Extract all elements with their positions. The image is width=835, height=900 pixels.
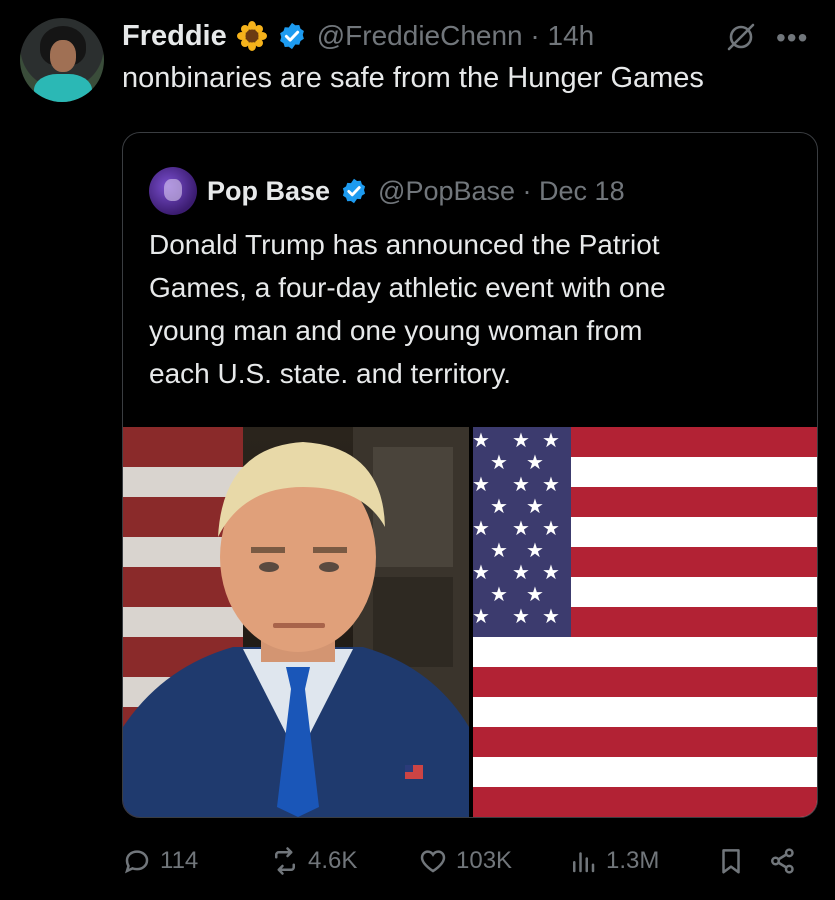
repost-icon <box>275 847 295 875</box>
tweet-actions: 114 4.6K 103K 1.3M <box>122 842 816 886</box>
avatar-face <box>50 40 76 72</box>
flag-star: ★ <box>490 538 508 562</box>
views-button[interactable]: 1.3M <box>568 846 659 876</box>
quoted-text-line: Games, a four-day athletic event with on… <box>149 272 666 303</box>
flag-star: ★ <box>526 538 544 562</box>
flag-star: ★ <box>542 516 560 540</box>
like-count: 103K <box>456 847 513 874</box>
flag-star: ★ <box>526 582 544 606</box>
quoted-tweet[interactable]: Pop Base @PopBase · Dec 18 Donald Trump … <box>122 132 818 818</box>
flag-star: ★ <box>473 428 490 452</box>
flag-star: ★ <box>473 516 490 540</box>
verified-badge-icon <box>279 22 304 50</box>
quoted-author-handle-time[interactable]: @PopBase · Dec 18 <box>378 176 625 207</box>
flag-star: ★ <box>473 604 490 628</box>
views-count: 1.3M <box>606 847 660 874</box>
quoted-text-line: Donald Trump has announced the Patriot <box>149 229 660 260</box>
portrait-illustration <box>123 427 469 817</box>
flag-star: ★ <box>526 494 544 518</box>
flag-star: ★ <box>490 582 508 606</box>
author-name[interactable]: Freddie <box>122 20 227 53</box>
quoted-text-line: young man and one young woman from <box>149 315 643 346</box>
flag-star: ★ <box>512 472 530 496</box>
reply-icon <box>124 850 149 874</box>
flag-star: ★ <box>542 560 560 584</box>
flag-stripe <box>473 757 817 788</box>
more-icon[interactable]: ••• <box>776 22 808 54</box>
like-button[interactable]: 103K <box>418 846 512 876</box>
quoted-text-line: each U.S. state. and territory. <box>149 358 512 389</box>
flag-stripe <box>473 787 817 817</box>
quoted-tweet-header: Pop Base @PopBase · Dec 18 <box>149 167 625 215</box>
views-icon <box>573 852 595 873</box>
like-icon <box>420 850 446 873</box>
bookmark-button[interactable] <box>716 846 746 876</box>
share-button[interactable] <box>768 846 798 876</box>
quoted-author-avatar[interactable] <box>149 167 197 215</box>
flag-stripe <box>473 637 817 668</box>
avatar-body <box>34 74 92 102</box>
quoted-tweet-text: Donald Trump has announced the Patriot G… <box>149 223 799 395</box>
flag-star: ★ <box>473 472 490 496</box>
flag-star: ★ <box>542 428 560 452</box>
flag-star: ★ <box>526 450 544 474</box>
flag-star: ★ <box>473 560 490 584</box>
share-icon <box>771 848 794 874</box>
reply-button[interactable]: 114 <box>122 846 198 876</box>
reply-count: 114 <box>160 847 199 874</box>
flag-star: ★ <box>490 450 508 474</box>
flag-star: ★ <box>542 604 560 628</box>
american-flag-illustration: ★ ★ ★★ ★★ ★ ★★ ★★ ★ ★★ ★★ ★ ★★ ★★ ★ ★ <box>473 427 817 817</box>
flag-star: ★ <box>512 604 530 628</box>
grok-icon[interactable] <box>724 20 758 54</box>
author-avatar[interactable] <box>20 18 104 102</box>
bookmark-icon <box>722 849 740 874</box>
american-flag-image[interactable]: ★ ★ ★ ★ ★ ★ ★ ★ ★ ★ ★ ★ ★ ★ ★ ★ ★ ★ ★ ★ ★ ★ ★ <box>473 427 817 817</box>
flag-star: ★ <box>512 560 530 584</box>
flag-star: ★ <box>490 494 508 518</box>
repost-count: 4.6K <box>308 847 358 874</box>
portrait-photo[interactable] <box>123 427 469 817</box>
flag-stripe <box>473 697 817 728</box>
quoted-author-name[interactable]: Pop Base <box>207 176 330 207</box>
flag-star: ★ <box>512 516 530 540</box>
flag-stripe <box>473 667 817 698</box>
verified-badge-icon <box>342 178 366 204</box>
tweet-text: nonbinaries are safe from the Hunger Gam… <box>122 62 704 94</box>
sunflower-icon <box>236 21 267 51</box>
flag-stripe <box>473 727 817 758</box>
flag-star: ★ <box>512 428 530 452</box>
flag-star: ★ <box>542 472 560 496</box>
repost-button[interactable]: 4.6K <box>270 846 357 876</box>
tweet-header: Freddie @FreddieChenn · 14h <box>122 18 594 54</box>
author-handle-time[interactable]: @FreddieChenn · 14h <box>317 20 594 52</box>
